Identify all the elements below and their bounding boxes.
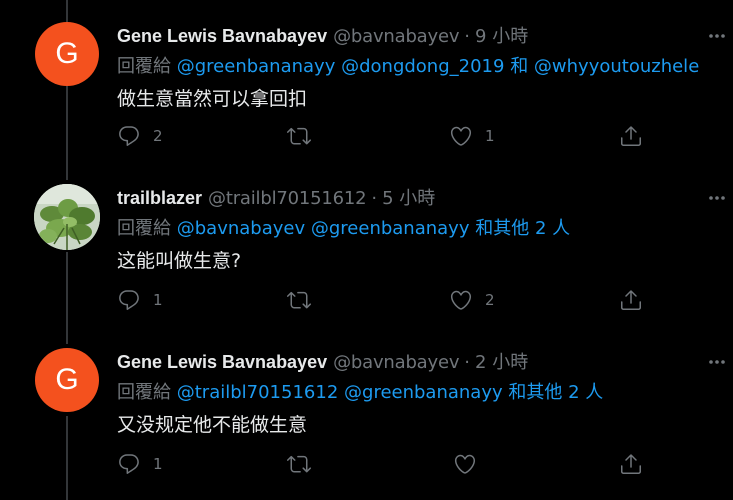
retweet-icon (287, 288, 311, 312)
tweet-text: 做生意當然可以拿回扣 (117, 88, 308, 110)
share-icon (619, 288, 643, 312)
reply-count: 2 (153, 127, 163, 145)
replying-to: 回覆給 @greenbananayy @dongdong_2019 和 @why… (117, 52, 699, 78)
more-icon[interactable] (707, 26, 727, 46)
more-icon[interactable] (707, 352, 727, 372)
reply-icon (117, 124, 141, 148)
retweet-button[interactable] (287, 124, 323, 148)
separator: · (464, 26, 471, 47)
tweet-actions: 2 1 (117, 124, 647, 154)
reply-button[interactable]: 1 (117, 452, 163, 476)
reply-joiner[interactable]: 和其他 2 人 (475, 218, 570, 239)
like-icon (449, 288, 473, 312)
reply-prefix: 回覆給 (117, 218, 171, 239)
reply-button[interactable]: 2 (117, 124, 163, 148)
tweet-header: Gene Lewis Bavnabayev @bavnabayev · 2 小時 (117, 348, 528, 374)
share-button[interactable] (619, 288, 643, 312)
reply-joiner[interactable]: 和 (510, 56, 528, 77)
like-button[interactable] (453, 452, 489, 476)
like-count: 2 (485, 291, 495, 309)
avatar-letter: G (55, 37, 79, 70)
tweet-actions: 1 2 (117, 288, 647, 318)
display-name[interactable]: Gene Lewis Bavnabayev (117, 26, 327, 47)
like-icon (449, 124, 473, 148)
timestamp[interactable]: 2 小時 (475, 348, 528, 374)
like-button[interactable]: 1 (449, 124, 495, 148)
avatar[interactable] (34, 184, 100, 250)
mention-link[interactable]: @greenbananayy (311, 218, 470, 239)
mention-link[interactable]: @greenbananayy (177, 56, 336, 77)
timestamp[interactable]: 9 小時 (475, 22, 528, 48)
share-button[interactable] (619, 124, 643, 148)
like-icon (453, 452, 477, 476)
share-icon (619, 124, 643, 148)
display-name[interactable]: trailblazer (117, 188, 202, 209)
mention-link[interactable]: @trailbl70151612 (177, 382, 339, 403)
separator: · (464, 352, 471, 373)
tweet-text: 又没规定他不能做生意 (117, 414, 308, 436)
reply-count: 1 (153, 455, 163, 473)
share-icon (619, 452, 643, 476)
tweet[interactable]: trailblazer @trailbl70151612 · 5 小時 回覆給 … (0, 184, 733, 348)
reply-prefix: 回覆給 (117, 382, 171, 403)
avatar[interactable]: G (35, 22, 99, 86)
like-button[interactable]: 2 (449, 288, 495, 312)
reply-icon (117, 288, 141, 312)
reply-count: 1 (153, 291, 163, 309)
timestamp[interactable]: 5 小時 (382, 184, 435, 210)
reply-joiner[interactable]: 和其他 2 人 (508, 382, 603, 403)
avatar[interactable]: G (35, 348, 99, 412)
mention-link[interactable]: @dongdong_2019 (341, 56, 504, 77)
separator: · (371, 188, 378, 209)
tweet-header: trailblazer @trailbl70151612 · 5 小時 (117, 184, 435, 210)
mention-link[interactable]: @greenbananayy (344, 382, 503, 403)
user-handle[interactable]: @bavnabayev (333, 352, 459, 373)
mention-link[interactable]: @whyyoutouzhele (534, 56, 699, 77)
user-handle[interactable]: @bavnabayev (333, 26, 459, 47)
replying-to: 回覆給 @trailbl70151612 @greenbananayy 和其他 … (117, 378, 603, 404)
tweet-text: 这能叫做生意? (117, 250, 242, 272)
mention-link[interactable]: @bavnabayev (177, 218, 305, 239)
tweet-actions: 1 (117, 452, 647, 482)
retweet-button[interactable] (287, 452, 323, 476)
plant-photo-icon (34, 184, 100, 250)
share-button[interactable] (619, 452, 643, 476)
tweet[interactable]: G Gene Lewis Bavnabayev @bavnabayev · 2 … (0, 348, 733, 500)
reply-button[interactable]: 1 (117, 288, 163, 312)
reply-icon (117, 452, 141, 476)
user-handle[interactable]: @trailbl70151612 (208, 188, 367, 209)
replying-to: 回覆給 @bavnabayev @greenbananayy 和其他 2 人 (117, 214, 570, 240)
tweet-header: Gene Lewis Bavnabayev @bavnabayev · 9 小時 (117, 22, 528, 48)
tweet[interactable]: G Gene Lewis Bavnabayev @bavnabayev · 9 … (0, 22, 733, 182)
thread-line-top (66, 0, 68, 22)
avatar-letter: G (55, 363, 79, 396)
display-name[interactable]: Gene Lewis Bavnabayev (117, 352, 327, 373)
reply-prefix: 回覆給 (117, 56, 171, 77)
retweet-icon (287, 124, 311, 148)
retweet-button[interactable] (287, 288, 323, 312)
more-icon[interactable] (707, 188, 727, 208)
like-count: 1 (485, 127, 495, 145)
retweet-icon (287, 452, 311, 476)
